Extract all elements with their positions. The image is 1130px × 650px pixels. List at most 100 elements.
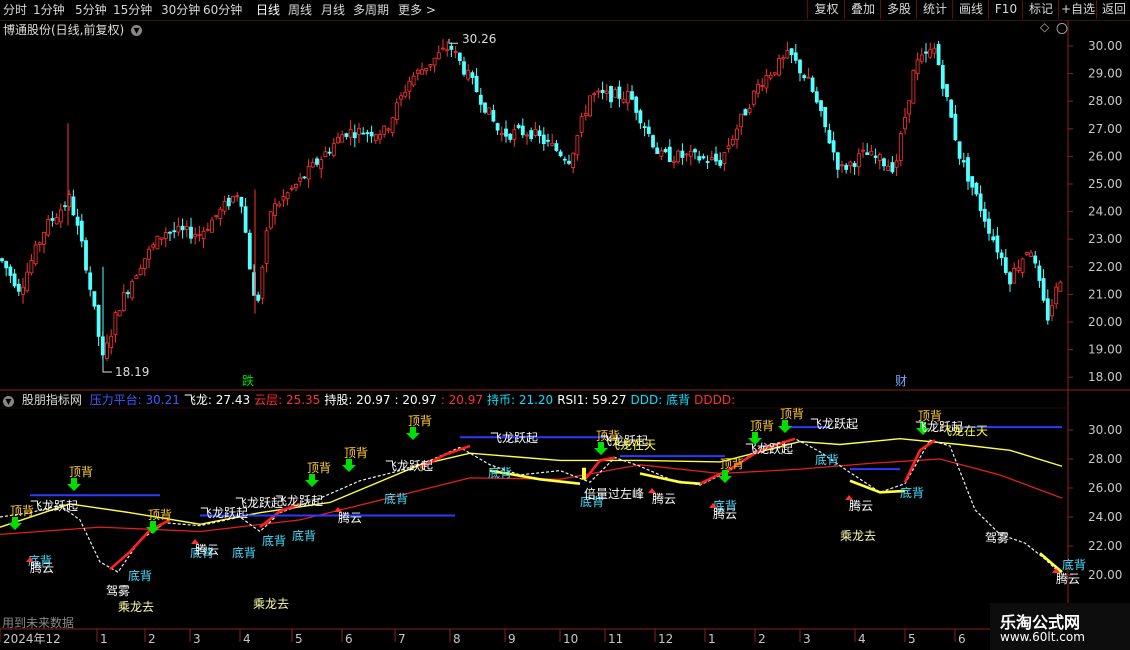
date-label-6: 6 bbox=[345, 632, 353, 646]
candle-body bbox=[520, 125, 525, 136]
candle-body bbox=[512, 129, 517, 140]
candle-body bbox=[441, 47, 445, 50]
candle-body bbox=[810, 77, 815, 92]
candle-body bbox=[37, 242, 42, 245]
candle-body bbox=[852, 163, 857, 167]
candle-body bbox=[701, 156, 706, 159]
candle-body bbox=[525, 134, 529, 137]
candle-body bbox=[907, 100, 912, 115]
candle-body bbox=[697, 156, 702, 161]
candle-body bbox=[63, 205, 67, 208]
candle-body bbox=[1024, 252, 1029, 255]
footer-note: 用到未来数据 bbox=[2, 616, 75, 630]
candle-body bbox=[722, 152, 727, 164]
candle-body bbox=[470, 72, 475, 78]
period-tab-3[interactable]: 15分钟 bbox=[113, 1, 152, 18]
indicator-field-7: RSI1: 59.27 bbox=[557, 393, 627, 407]
date-label-12: 12 bbox=[658, 632, 673, 646]
period-tab-0[interactable]: 分时 bbox=[3, 1, 27, 18]
candle-body bbox=[378, 134, 382, 140]
candle-body bbox=[600, 89, 605, 93]
candle-body bbox=[1054, 286, 1059, 305]
ind-label-2: 26.00 bbox=[1088, 481, 1122, 495]
candle-body bbox=[264, 230, 269, 264]
candle-body bbox=[562, 158, 567, 161]
period-tab-2[interactable]: 5分钟 bbox=[75, 1, 107, 18]
candle-body bbox=[369, 131, 374, 137]
candle-body bbox=[75, 216, 80, 226]
candle-body bbox=[546, 139, 550, 142]
candle-body bbox=[306, 166, 311, 180]
toolbar-button-1[interactable]: 叠加 bbox=[844, 0, 881, 19]
candle-body bbox=[604, 90, 609, 94]
candle-body bbox=[655, 147, 660, 154]
candle-body bbox=[285, 192, 290, 200]
date-label-14: 2 bbox=[758, 632, 766, 646]
date-label-2: 2 bbox=[148, 632, 156, 646]
period-tab-9[interactable]: 多周期 bbox=[353, 1, 389, 18]
price-label-7: 23.00 bbox=[1088, 232, 1122, 246]
candle-body bbox=[667, 146, 672, 162]
candle-body bbox=[554, 143, 559, 151]
candle-body bbox=[949, 99, 954, 118]
candle-body bbox=[256, 294, 261, 301]
candle-body bbox=[142, 258, 147, 269]
period-tab-1[interactable]: 1分钟 bbox=[33, 1, 65, 18]
toolbar-button-7[interactable]: +自选 bbox=[1058, 0, 1097, 19]
chart-canvas[interactable]: 30.00 29.00 28.00 27.00 26.00 25.00 24.00 23.00… bbox=[0, 20, 1130, 650]
period-tab-5[interactable]: 60分钟 bbox=[203, 1, 242, 18]
candle-body bbox=[420, 69, 424, 75]
period-tab-6[interactable]: 日线 bbox=[256, 1, 280, 18]
candle-body bbox=[911, 69, 916, 104]
candle-body bbox=[1058, 281, 1063, 292]
candle-body bbox=[508, 133, 513, 140]
toolbar-button-5[interactable]: F10 bbox=[988, 0, 1023, 19]
indicator-collapse-icon[interactable]: ▼ bbox=[3, 396, 14, 407]
period-tab-10[interactable]: 更多 > bbox=[398, 1, 436, 18]
indicator-name[interactable]: 股朋指标网 bbox=[22, 393, 82, 407]
period-tab-7[interactable]: 周线 bbox=[288, 1, 312, 18]
event-label-die: 跌 bbox=[242, 373, 254, 388]
toolbar-button-3[interactable]: 统计 bbox=[916, 0, 953, 19]
price-label-2: 28.00 bbox=[1088, 94, 1122, 108]
price-label-4: 26.00 bbox=[1088, 149, 1122, 163]
cash-seg-4 bbox=[1039, 552, 1063, 574]
candle-body bbox=[550, 142, 555, 146]
top-toolbar: 分时 1分钟 5分钟 15分钟 30分钟 60分钟 日线 周线 月线 多周期 更多 > 复权 叠加 多股统… bbox=[0, 0, 1130, 21]
toolbar-button-4[interactable]: 画线 bbox=[952, 0, 989, 19]
candle-body bbox=[399, 95, 403, 100]
price-label-11: 19.00 bbox=[1088, 343, 1122, 357]
indicator-field-8: DDD: 底背 bbox=[630, 393, 691, 407]
candle-body bbox=[29, 260, 34, 274]
candle-body bbox=[991, 236, 996, 241]
candle-body bbox=[88, 272, 93, 290]
candle-body bbox=[411, 75, 416, 86]
candle-body bbox=[945, 84, 949, 98]
toolbar-button-0[interactable]: 复权 bbox=[807, 0, 845, 19]
candle-body bbox=[159, 237, 164, 240]
candle-body bbox=[105, 342, 109, 359]
candle-body bbox=[134, 275, 139, 280]
period-tab-4[interactable]: 30分钟 bbox=[161, 1, 200, 18]
toolbar-button-8[interactable]: 返回 bbox=[1096, 0, 1130, 19]
candle-body bbox=[403, 91, 408, 97]
candle-body bbox=[898, 133, 903, 161]
candle-body bbox=[567, 160, 571, 164]
toolbar-button-6[interactable]: 标记 bbox=[1022, 0, 1059, 19]
candle-body bbox=[357, 128, 361, 135]
candle-body bbox=[533, 128, 538, 136]
candle-body bbox=[806, 76, 811, 79]
candle-body bbox=[1037, 265, 1042, 281]
toolbar-button-2[interactable]: 多股 bbox=[880, 0, 917, 19]
candle-body bbox=[982, 208, 987, 222]
period-tab-8[interactable]: 月线 bbox=[321, 1, 345, 18]
candle-body bbox=[793, 52, 798, 61]
candle-body bbox=[709, 157, 714, 160]
bottom-diverge-3: 底背 bbox=[232, 545, 256, 560]
date-label-8: 8 bbox=[453, 632, 461, 646]
candle-body bbox=[823, 106, 828, 128]
bottom-diverge-1: 底背 bbox=[128, 568, 152, 583]
candle-body bbox=[730, 138, 735, 146]
candle-body bbox=[772, 72, 777, 75]
red-arrow-3 bbox=[648, 488, 656, 493]
